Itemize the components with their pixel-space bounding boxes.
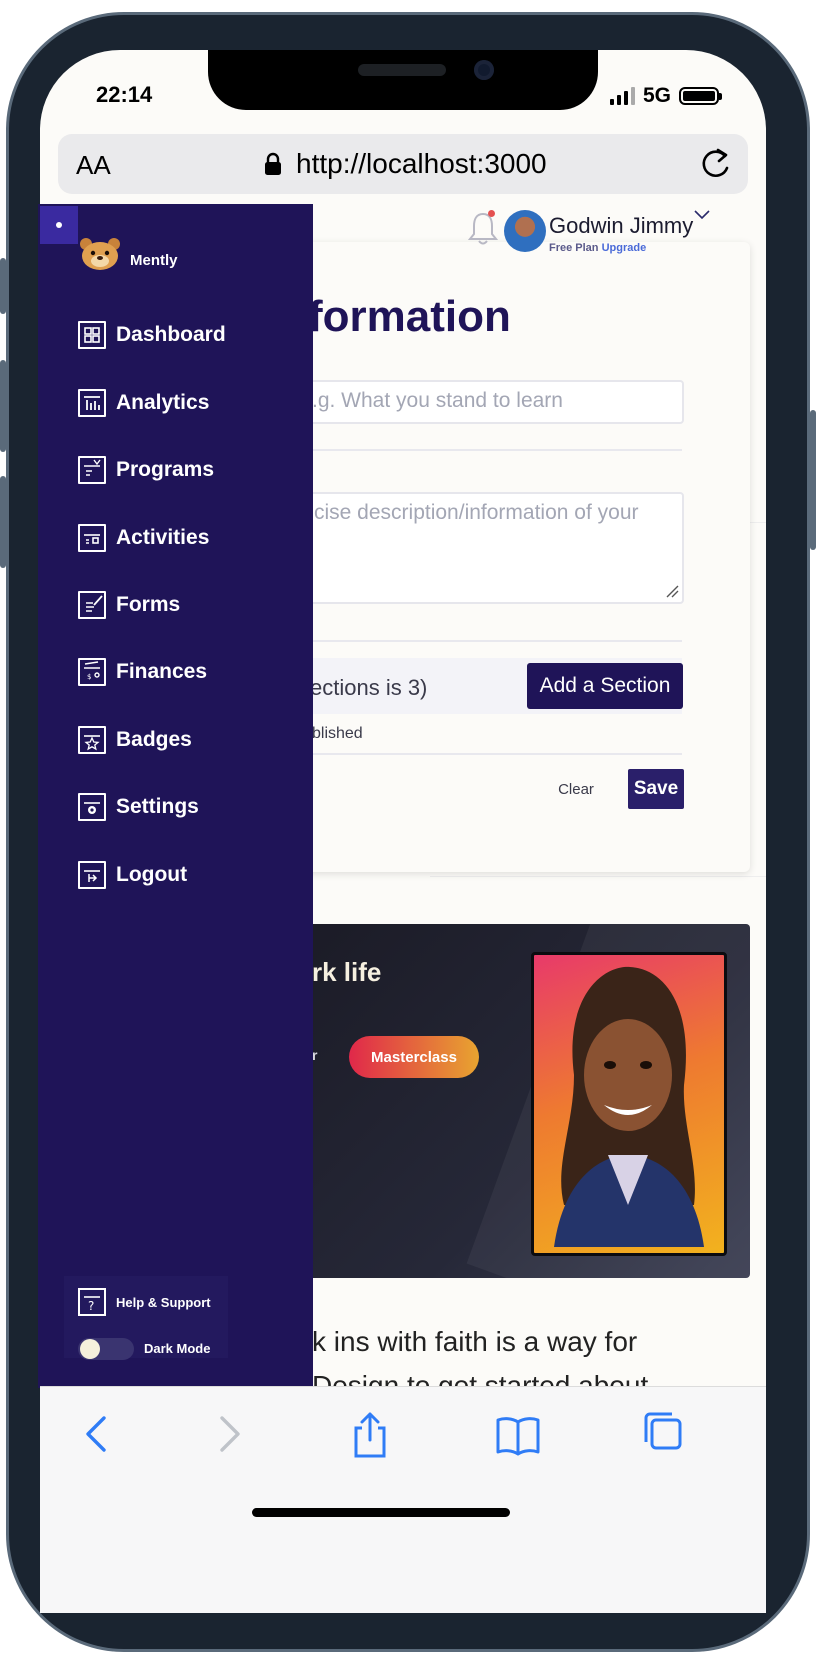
forward-icon[interactable] — [208, 1410, 252, 1458]
help-support-link[interactable]: ? Help & Support — [78, 1288, 211, 1316]
help-icon: ? — [78, 1288, 106, 1316]
speaker-portrait — [531, 952, 727, 1256]
sidebar-item-label: Finances — [116, 660, 208, 683]
title-input-placeholder: .g. What you stand to learn — [312, 389, 563, 412]
sidebar-item-label: Activities — [116, 526, 210, 549]
status-time: 22:14 — [96, 82, 153, 107]
divider — [290, 753, 682, 755]
divider — [430, 876, 766, 877]
badges-icon — [78, 726, 106, 754]
banner-title: rk life — [312, 957, 382, 987]
sidebar-item-label: Settings — [116, 795, 199, 818]
signal-icon — [610, 87, 635, 105]
sidebar-item-settings[interactable]: Settings — [78, 790, 199, 824]
sidebar-item-programs[interactable]: Programs — [78, 453, 214, 487]
help-label: Help & Support — [116, 1294, 211, 1310]
sidebar-item-activities[interactable]: Activities — [78, 521, 209, 555]
volume-down-button — [0, 476, 6, 568]
plan-name: Free Plan — [549, 242, 599, 254]
mute-switch — [0, 258, 6, 314]
forms-icon — [78, 591, 106, 619]
speaker — [358, 64, 446, 76]
network-type: 5G — [643, 84, 672, 107]
upgrade-link[interactable]: Upgrade — [602, 242, 647, 254]
battery-icon — [679, 87, 723, 105]
front-camera — [474, 60, 494, 80]
back-icon[interactable] — [74, 1410, 118, 1458]
finances-icon: $ — [78, 658, 106, 686]
masterclass-badge[interactable]: Masterclass — [349, 1036, 479, 1078]
sidebar-item-label: Analytics — [116, 391, 210, 414]
plan-label: Free Plan Upgrade — [549, 242, 646, 254]
page-title: formation — [308, 292, 511, 341]
save-button[interactable]: Save — [628, 769, 684, 809]
avatar[interactable] — [504, 210, 546, 252]
settings-icon — [78, 793, 106, 821]
sidebar-item-label: Logout — [116, 863, 188, 886]
analytics-icon — [78, 389, 106, 417]
logout-icon — [78, 861, 106, 889]
dark-mode-label: Dark Mode — [144, 1341, 211, 1356]
article-line-1: k ins with faith is a way for — [312, 1326, 638, 1357]
url-text[interactable]: http://localhost:3000 — [296, 148, 547, 180]
divider — [290, 640, 682, 642]
add-section-button[interactable]: Add a Section — [527, 663, 683, 709]
clear-button[interactable]: Clear — [548, 775, 604, 803]
sidebar-item-analytics[interactable]: Analytics — [78, 386, 209, 420]
chevron-down-icon[interactable] — [694, 210, 710, 220]
sidebar-item-label: Forms — [116, 593, 181, 616]
tabs-icon[interactable] — [640, 1410, 684, 1458]
sidebar-toggle[interactable] — [40, 206, 78, 244]
portrait-image — [554, 966, 704, 1247]
svg-text:$: $ — [87, 673, 91, 681]
published-status: blished — [312, 725, 363, 742]
resize-handle-icon[interactable] — [665, 584, 679, 598]
notch — [208, 50, 598, 110]
status-indicators: 5G — [610, 84, 723, 108]
activities-icon — [78, 524, 106, 552]
address-bar[interactable]: AA http://localhost:3000 — [58, 134, 748, 194]
power-button — [810, 410, 816, 550]
volume-up-button — [0, 360, 6, 452]
svg-text:?: ? — [88, 1299, 94, 1313]
sidebar-item-dashboard[interactable]: Dashboard — [78, 318, 226, 352]
sidebar-item-forms[interactable]: Forms — [78, 588, 180, 622]
toggle-knob — [80, 1339, 100, 1359]
home-indicator[interactable] — [252, 1508, 510, 1517]
notification-dot — [488, 210, 495, 217]
sidebar-item-badges[interactable]: Badges — [78, 723, 192, 757]
dark-mode-toggle[interactable] — [78, 1338, 134, 1360]
share-icon[interactable] — [348, 1410, 392, 1458]
mently-logo-icon — [80, 238, 120, 270]
sidebar-item-label: Dashboard — [116, 323, 226, 346]
sidebar-item-finances[interactable]: $ Finances — [78, 655, 207, 689]
programs-icon — [78, 456, 106, 484]
sidebar-item-logout[interactable]: Logout — [78, 858, 187, 892]
reload-icon[interactable] — [698, 146, 732, 182]
sidebar-item-label: Programs — [116, 458, 215, 481]
text-size-button[interactable]: AA — [76, 150, 111, 181]
lock-icon — [265, 152, 281, 175]
dashboard-icon — [78, 321, 106, 349]
sidebar-item-label: Badges — [116, 728, 192, 751]
bookmarks-icon[interactable] — [496, 1410, 540, 1458]
description-placeholder: cise description/information of your — [314, 501, 639, 524]
brand-name: Mently — [130, 252, 178, 269]
user-name[interactable]: Godwin Jimmy — [549, 213, 693, 239]
divider — [290, 449, 682, 451]
sections-limit-text: ections is 3) — [310, 675, 428, 700]
